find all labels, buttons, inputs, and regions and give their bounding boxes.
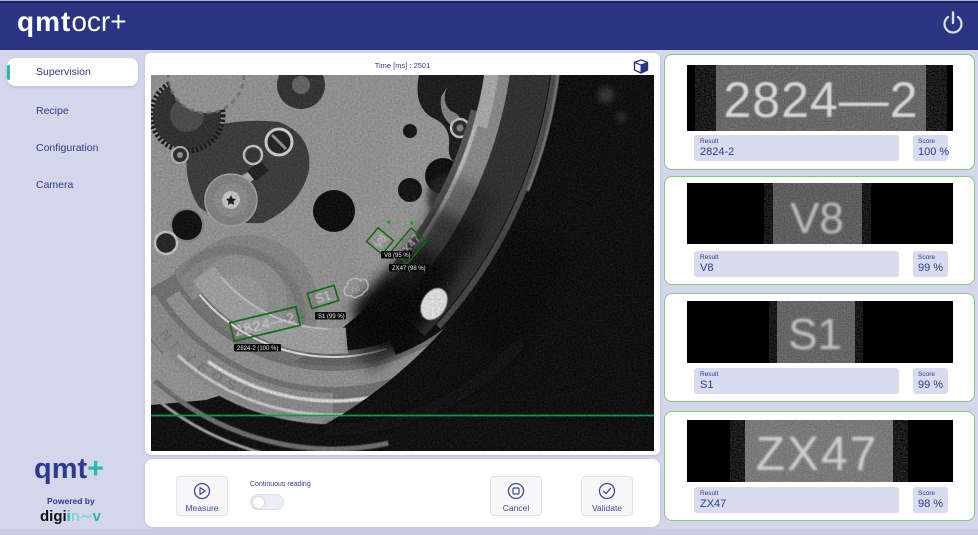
svg-text:ZX47: ZX47: [756, 428, 879, 481]
svg-text:2824—2: 2824—2: [723, 72, 918, 128]
svg-text:V8: V8: [790, 194, 844, 243]
svg-text:S1: S1: [788, 310, 842, 359]
